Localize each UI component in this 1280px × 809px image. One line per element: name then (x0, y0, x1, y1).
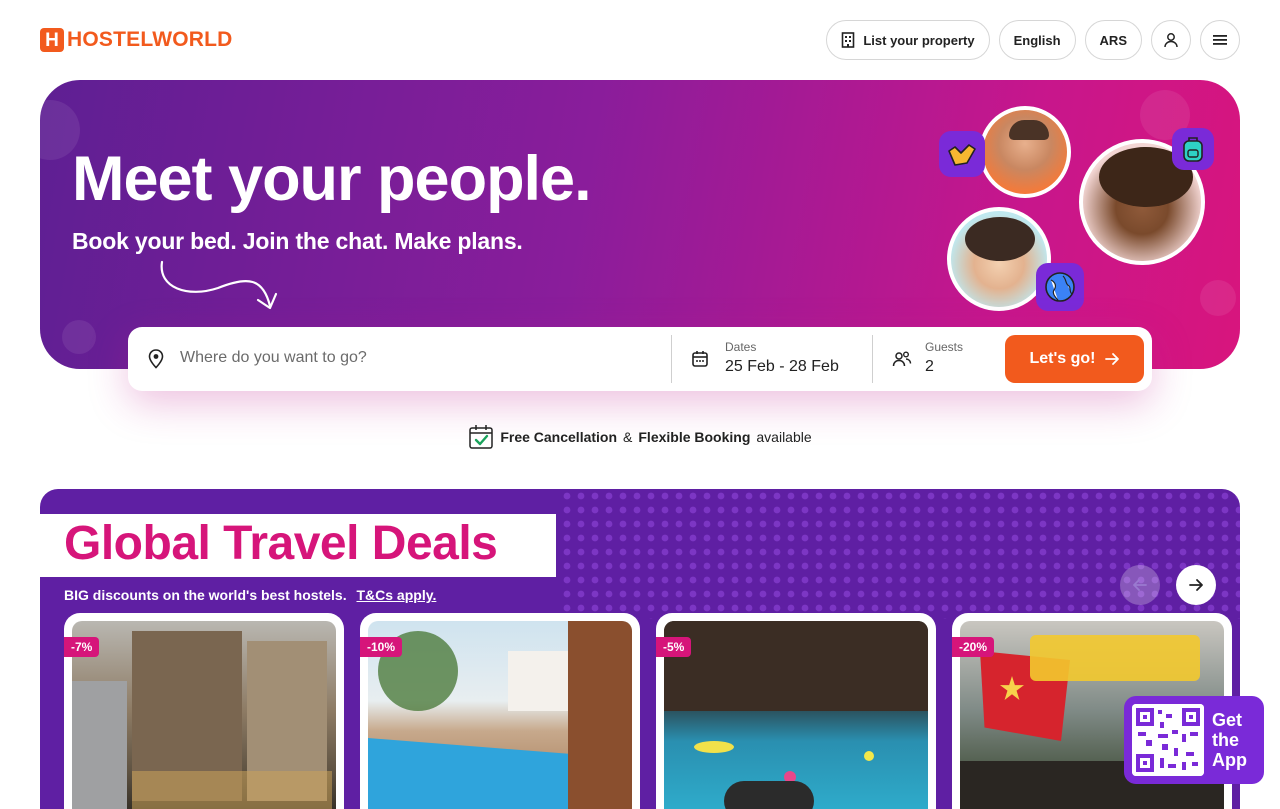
decorative-dot (62, 320, 96, 354)
hostelworld-logo[interactable]: H HOSTELWORLD (40, 28, 233, 52)
language-button[interactable]: English (998, 20, 1076, 60)
guests-field[interactable]: Guests 2 (873, 327, 993, 391)
hostel-photo (664, 621, 928, 809)
dates-field[interactable]: Dates 25 Feb - 28 Feb (672, 327, 872, 391)
hostel-photo (368, 621, 632, 809)
logo-text: HOSTELWORLD (67, 28, 233, 51)
arrow-right-icon (1104, 353, 1119, 365)
calendar-check-icon (469, 425, 494, 449)
hero-title: Meet your people. (72, 144, 592, 214)
discount-badge: -7% (64, 637, 100, 657)
carousel-prev-button[interactable] (1120, 565, 1160, 605)
globe-icon (1045, 272, 1075, 302)
arrow-right-icon (1189, 579, 1203, 591)
get-app-line3: App (1212, 750, 1247, 770)
hero-banner: Meet your people. Book your bed. Join th… (40, 80, 1240, 369)
get-app-text: Get the App (1212, 710, 1247, 770)
language-label: English (1013, 32, 1061, 48)
logo-mark: H (40, 28, 64, 52)
hero-subtitle: Book your bed. Join the chat. Make plans… (72, 228, 523, 254)
global-deals-section: Global Travel Deals BIG discounts on the… (40, 489, 1240, 809)
dates-value: 25 Feb - 28 Feb (725, 358, 839, 375)
carousel-next-button[interactable] (1176, 565, 1216, 605)
available-text: available (756, 429, 812, 445)
backpack-badge (1172, 128, 1214, 170)
search-submit-button[interactable]: Let's go! (1005, 335, 1144, 383)
guests-value: 2 (925, 358, 934, 375)
discount-badge: -20% (952, 637, 995, 657)
currency-label: ARS (1099, 32, 1127, 48)
user-icon (1164, 33, 1178, 48)
arrow-left-icon (1133, 579, 1147, 591)
free-cancellation-text: Free Cancellation (500, 429, 618, 445)
flexible-booking-text: Flexible Booking (638, 429, 751, 445)
location-pin-icon (148, 349, 164, 369)
building-icon (842, 32, 855, 48)
deal-card[interactable]: -7% (64, 613, 344, 809)
search-submit-label: Let's go! (1029, 350, 1096, 367)
account-button[interactable] (1151, 20, 1191, 60)
deals-subtitle: BIG discounts on the world's best hostel… (64, 587, 436, 603)
get-app-widget[interactable]: Get the App (1124, 696, 1264, 784)
qr-code-icon (1132, 704, 1204, 776)
guests-label: Guests (925, 340, 964, 354)
free-cancellation-banner: Free Cancellation & Flexible Booking ava… (0, 424, 1280, 450)
hostel-photo (72, 621, 336, 809)
deals-title: Global Travel Deals (64, 517, 498, 570)
discount-badge: -5% (656, 637, 692, 657)
guests-icon (892, 351, 912, 367)
shaka-hand-badge (939, 131, 985, 177)
deals-subtitle-text: BIG discounts on the world's best hostel… (64, 587, 347, 603)
discount-badge: -10% (360, 637, 403, 657)
get-app-line1: Get (1212, 710, 1243, 730)
deals-title-box: Global Travel Deals (40, 514, 556, 577)
shaka-hand-icon (948, 144, 976, 166)
connector-text: & (623, 429, 633, 445)
list-property-button[interactable]: List your property (826, 20, 990, 60)
terms-link[interactable]: T&Cs apply. (356, 587, 436, 603)
hamburger-menu-icon (1213, 35, 1227, 45)
site-header: H HOSTELWORLD List your property English… (0, 0, 1280, 80)
globe-badge (1036, 263, 1084, 311)
get-app-line2: the (1212, 730, 1239, 750)
destination-input[interactable] (180, 349, 650, 367)
traveler-avatar-1 (979, 106, 1071, 198)
menu-button[interactable] (1200, 20, 1240, 60)
decorative-dot (1200, 280, 1236, 316)
deal-card[interactable]: -10% (360, 613, 640, 809)
dates-label: Dates (725, 340, 757, 354)
list-property-label: List your property (863, 32, 975, 48)
header-actions: List your property English ARS (826, 20, 1240, 60)
curved-arrow-icon (160, 260, 278, 310)
deal-card[interactable]: -5% (656, 613, 936, 809)
currency-button[interactable]: ARS (1084, 20, 1142, 60)
search-bar: Dates 25 Feb - 28 Feb Guests 2 Let's go! (128, 327, 1152, 391)
calendar-icon (692, 351, 708, 367)
backpack-icon (1183, 137, 1203, 162)
